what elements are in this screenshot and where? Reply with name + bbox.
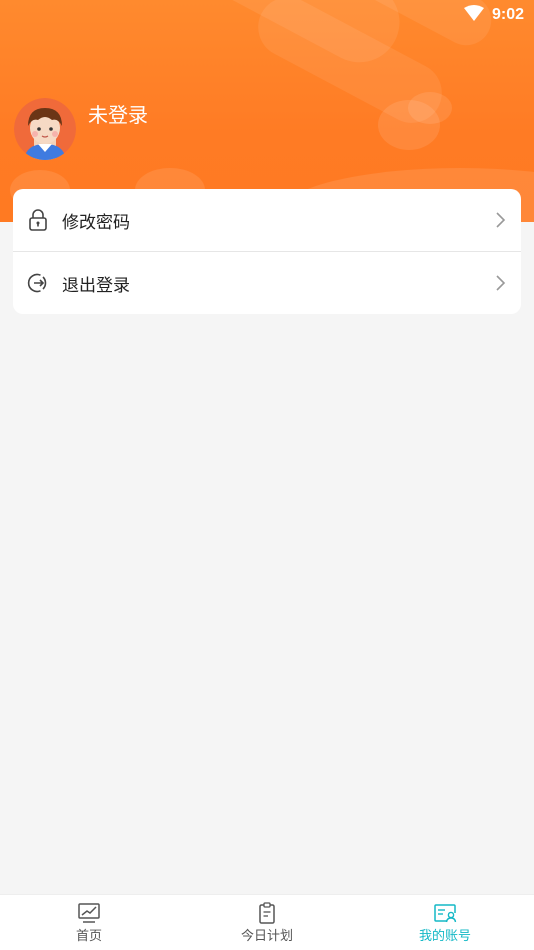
status-time: 9:02 xyxy=(491,6,524,23)
tab-my-account[interactable]: 我的账号 xyxy=(356,895,534,950)
bottom-tab-bar: 首页 今日计划 我的账号 xyxy=(0,894,534,950)
wifi-icon xyxy=(463,5,484,25)
account-card-icon xyxy=(433,902,457,924)
chevron-right-icon xyxy=(493,211,507,229)
tab-label: 今日计划 xyxy=(240,929,293,944)
tab-label: 首页 xyxy=(75,929,102,944)
logout-item[interactable]: 退出登录 xyxy=(13,251,521,314)
logout-icon xyxy=(27,272,49,294)
chevron-right-icon xyxy=(493,274,507,292)
tab-home[interactable]: 首页 xyxy=(0,895,178,950)
tab-label: 我的账号 xyxy=(418,929,471,944)
avatar-boy-icon xyxy=(14,98,76,160)
status-bar: 9:02 xyxy=(463,4,524,26)
menu-item-label: 修改密码 xyxy=(62,212,130,233)
account-menu-card: 修改密码 退出登录 xyxy=(13,189,521,314)
change-password-item[interactable]: 修改密码 xyxy=(13,189,521,251)
lock-icon xyxy=(27,209,49,231)
chart-icon xyxy=(77,902,101,924)
clipboard-icon xyxy=(255,902,279,924)
header-decoration xyxy=(408,92,452,124)
menu-item-label: 退出登录 xyxy=(62,275,130,296)
avatar[interactable] xyxy=(14,98,76,160)
tab-today-plan[interactable]: 今日计划 xyxy=(178,895,356,950)
username-label[interactable]: 未登录 xyxy=(88,99,148,128)
